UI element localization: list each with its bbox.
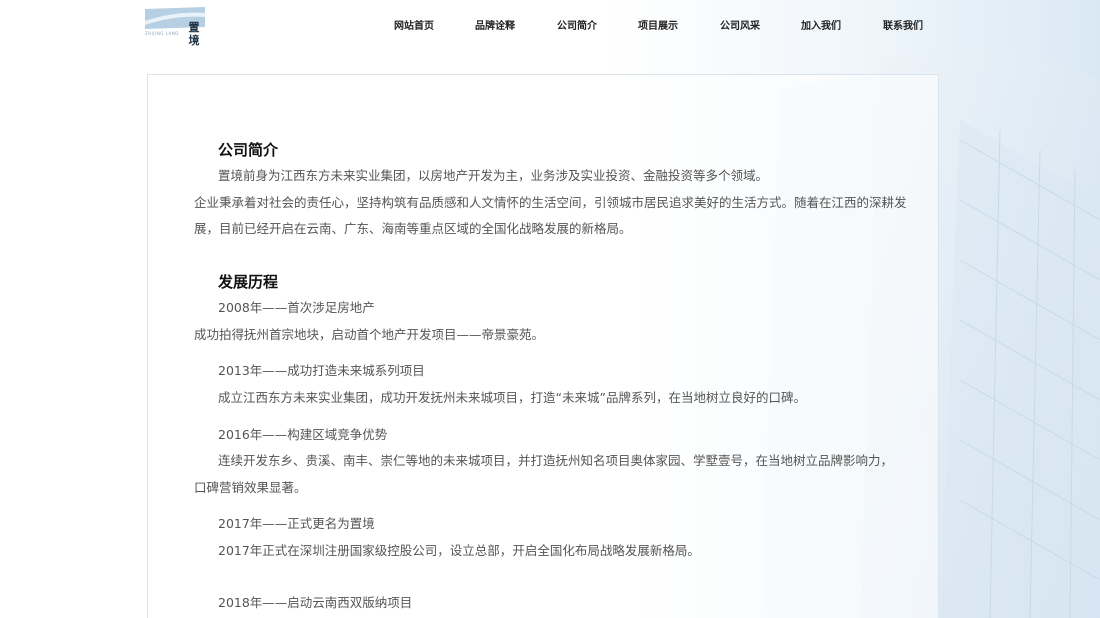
history-event-text: 成立江西东方未来实业集团，成功开发抚州未来城项目，打造“未来城”品牌系列，在当地… bbox=[218, 390, 806, 405]
history-event-heading: 2013年——成功打造未来城系列项目 bbox=[218, 363, 425, 378]
history-event-heading: 2008年——首次涉足房地产 bbox=[218, 300, 375, 315]
nav-brand[interactable]: 品牌诠释 bbox=[475, 17, 515, 32]
nav-about[interactable]: 公司简介 bbox=[557, 17, 597, 32]
intro-paragraph-1: 置境前身为江西东方未来实业集团，以房地产开发为主，业务涉及实业投资、金融投资等多… bbox=[218, 168, 769, 183]
nav-contact[interactable]: 联系我们 bbox=[883, 17, 923, 32]
logo-text: 置境 bbox=[188, 21, 200, 47]
history-event-heading: 2017年——正式更名为置境 bbox=[218, 516, 375, 531]
nav-gallery[interactable]: 公司风采 bbox=[720, 17, 760, 32]
history-event-text: 成功拍得抚州首宗地块，启动首个地产开发项目——帝景豪苑。 bbox=[194, 327, 545, 342]
history-event-text: 口碑营销效果显著。 bbox=[194, 480, 307, 495]
history-event-heading: 2018年——启动云南西双版纳项目 bbox=[218, 595, 413, 610]
nav-join[interactable]: 加入我们 bbox=[801, 17, 841, 32]
logo-tagline: ZHIJING LAND bbox=[145, 31, 179, 36]
intro-title: 公司简介 bbox=[218, 141, 279, 159]
history-event-text: 连续开发东乡、贵溪、南丰、崇仁等地的未来城项目，并打造抚州知名项目奥体家园、学墅… bbox=[218, 453, 894, 468]
nav-home[interactable]: 网站首页 bbox=[394, 17, 434, 32]
intro-paragraph-2-line-2: 展，目前已经开启在云南、广东、海南等重点区域的全国化战略发展的新格局。 bbox=[194, 221, 632, 236]
history-event-text: 2017年正式在深圳注册国家级控股公司，设立总部，开启全国化布局战略发展新格局。 bbox=[218, 543, 700, 558]
nav-projects[interactable]: 项目展示 bbox=[638, 17, 678, 32]
content-panel: 公司简介 置境前身为江西东方未来实业集团，以房地产开发为主，业务涉及实业投资、金… bbox=[147, 74, 939, 618]
site-logo[interactable]: ZHIJING LAND 置境 bbox=[145, 7, 209, 47]
history-event-heading: 2016年——构建区域竞争优势 bbox=[218, 427, 388, 442]
intro-paragraph-2-line-1: 企业秉承着对社会的责任心，坚持构筑有品质感和人文情怀的生活空间，引领城市居民追求… bbox=[194, 195, 907, 210]
site-header: ZHIJING LAND 置境 网站首页 品牌诠释 公司简介 项目展示 公司风采… bbox=[0, 0, 1100, 52]
history-title: 发展历程 bbox=[218, 273, 279, 291]
